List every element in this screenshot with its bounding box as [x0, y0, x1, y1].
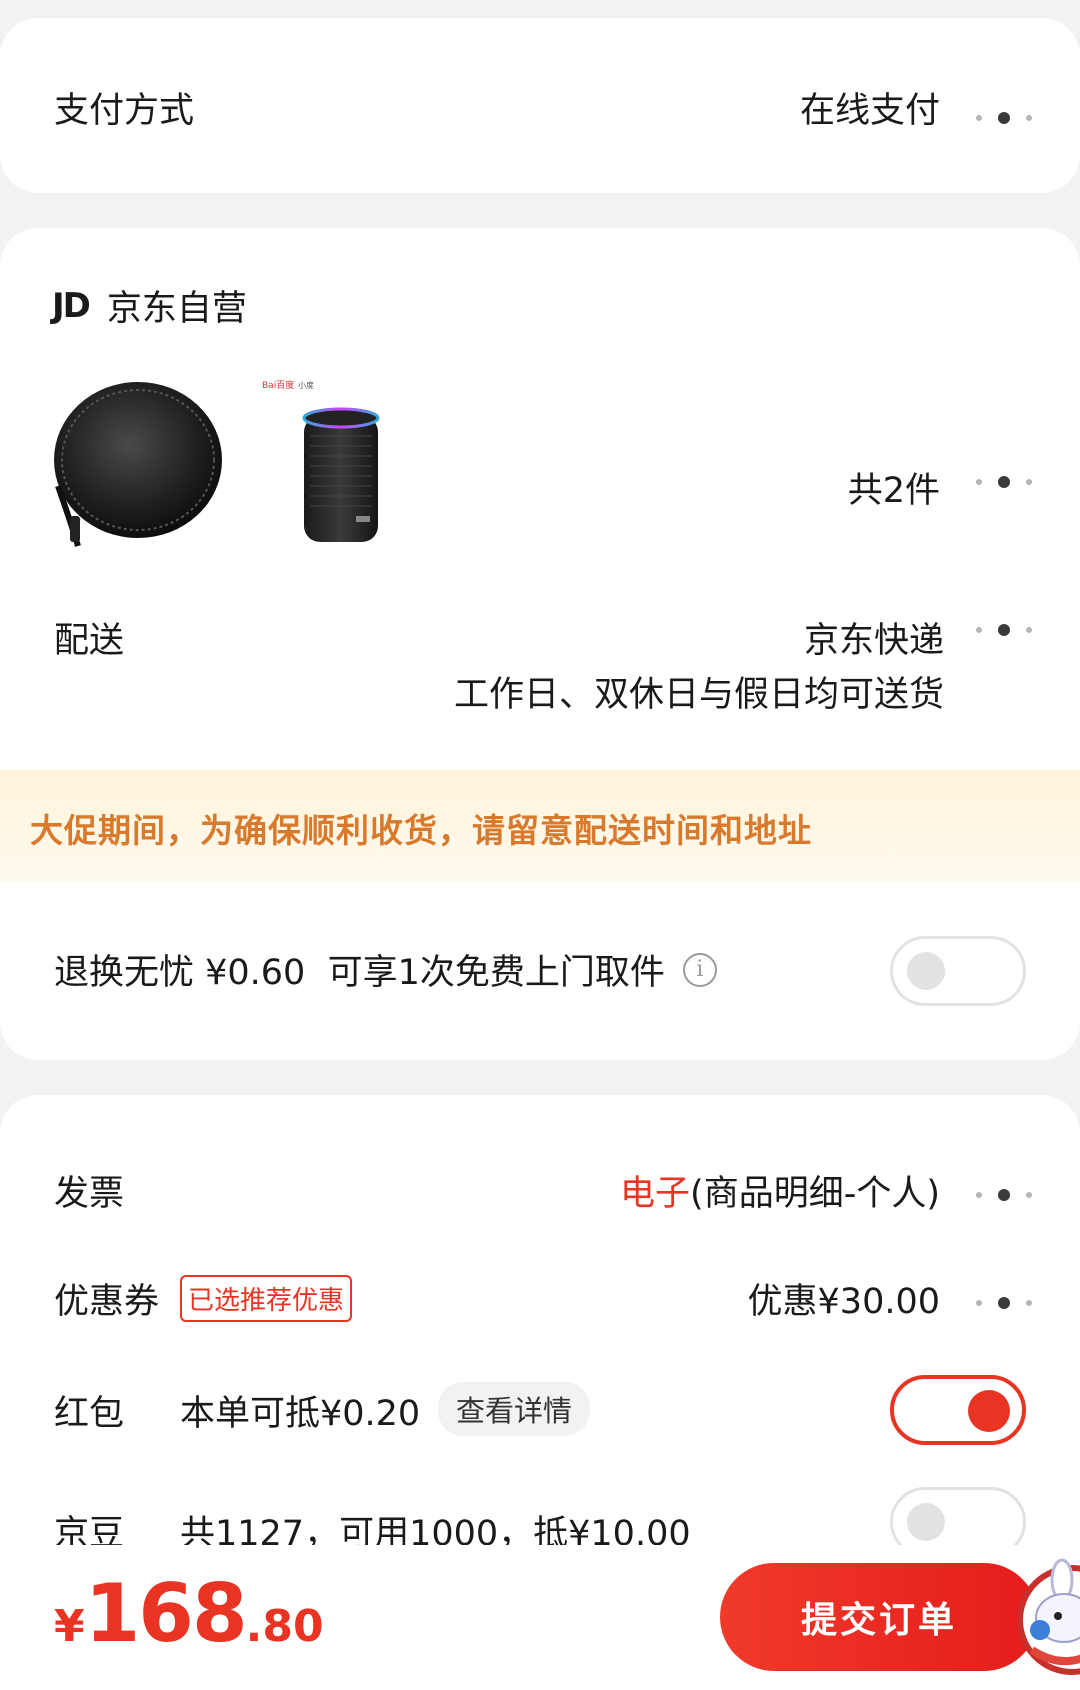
promo-banner: 大促期间，为确保顺利收货，请留意配送时间和地址 [0, 770, 1080, 882]
bottom-bar: ¥ 168 .80 提交订单 [0, 1545, 1080, 1690]
order-card: JD 京东自营 Bai百度 小度 共2件 配送 京东快递 工作日、双休日与假日均… [0, 228, 1080, 1060]
total-price: ¥ 168 .80 [54, 1567, 324, 1660]
red-packet-toggle[interactable] [890, 1375, 1026, 1445]
more-dots-icon[interactable] [976, 111, 1032, 125]
invoice-type: 电子 [620, 1174, 691, 1214]
info-icon[interactable]: i [682, 952, 717, 987]
return-insurance-label: 退换无忧 ¥0.60 可享1次免费上门取件 [54, 953, 665, 993]
product-count[interactable]: 共2件 [848, 462, 940, 513]
invoice-value[interactable]: 电子(商品明细-个人) [620, 1165, 940, 1216]
coupon-value[interactable]: 优惠¥30.00 [748, 1273, 940, 1324]
return-insurance-row: 退换无忧 ¥0.60 可享1次免费上门取件 i [54, 944, 717, 995]
red-packet-label: 红包 [54, 1394, 125, 1434]
store-header: JD 京东自营 [52, 280, 247, 331]
more-dots-icon[interactable] [976, 1296, 1032, 1310]
jd-logo: JD [52, 285, 91, 326]
promo-banner-text: 大促期间，为确保顺利收货，请留意配送时间和地址 [30, 811, 812, 850]
total-currency: ¥ [54, 1601, 85, 1652]
speaker-brand-text: Bai百度 [262, 379, 294, 391]
more-dots-icon[interactable] [976, 623, 1032, 637]
more-dots-icon[interactable] [976, 1188, 1032, 1202]
more-dots-icon[interactable] [976, 475, 1032, 489]
total-decimal: .80 [245, 1601, 324, 1652]
payment-value[interactable]: 在线支付 [800, 82, 940, 133]
submit-order-button[interactable]: 提交订单 [720, 1563, 1038, 1671]
mascot-icon [1012, 1550, 1080, 1690]
product-image-earphone-case[interactable] [52, 376, 228, 552]
payment-label: 支付方式 [54, 91, 195, 131]
delivery-label: 配送 [54, 621, 125, 661]
total-integer: 168 [84, 1567, 248, 1660]
delivery-carrier[interactable]: 京东快递 [804, 612, 944, 663]
red-packet-detail-button[interactable]: 查看详情 [438, 1382, 591, 1436]
store-name: 京东自营 [106, 289, 247, 329]
delivery-note: 工作日、双休日与假日均可送货 [453, 675, 944, 715]
coupon-label: 优惠券 [54, 1282, 160, 1322]
speaker-sub-text: 小度 [298, 380, 314, 390]
red-packet-value: 本单可抵¥0.20 [180, 1394, 421, 1434]
return-insurance-toggle[interactable] [890, 936, 1026, 1006]
coupon-tag: 已选推荐优惠 [180, 1275, 353, 1322]
payment-card[interactable]: 支付方式 在线支付 [0, 18, 1080, 193]
product-image-smart-speaker[interactable]: Bai百度 小度 [258, 376, 398, 560]
invoice-label: 发票 [54, 1174, 125, 1214]
invoice-detail: (商品明细-个人) [690, 1174, 940, 1214]
